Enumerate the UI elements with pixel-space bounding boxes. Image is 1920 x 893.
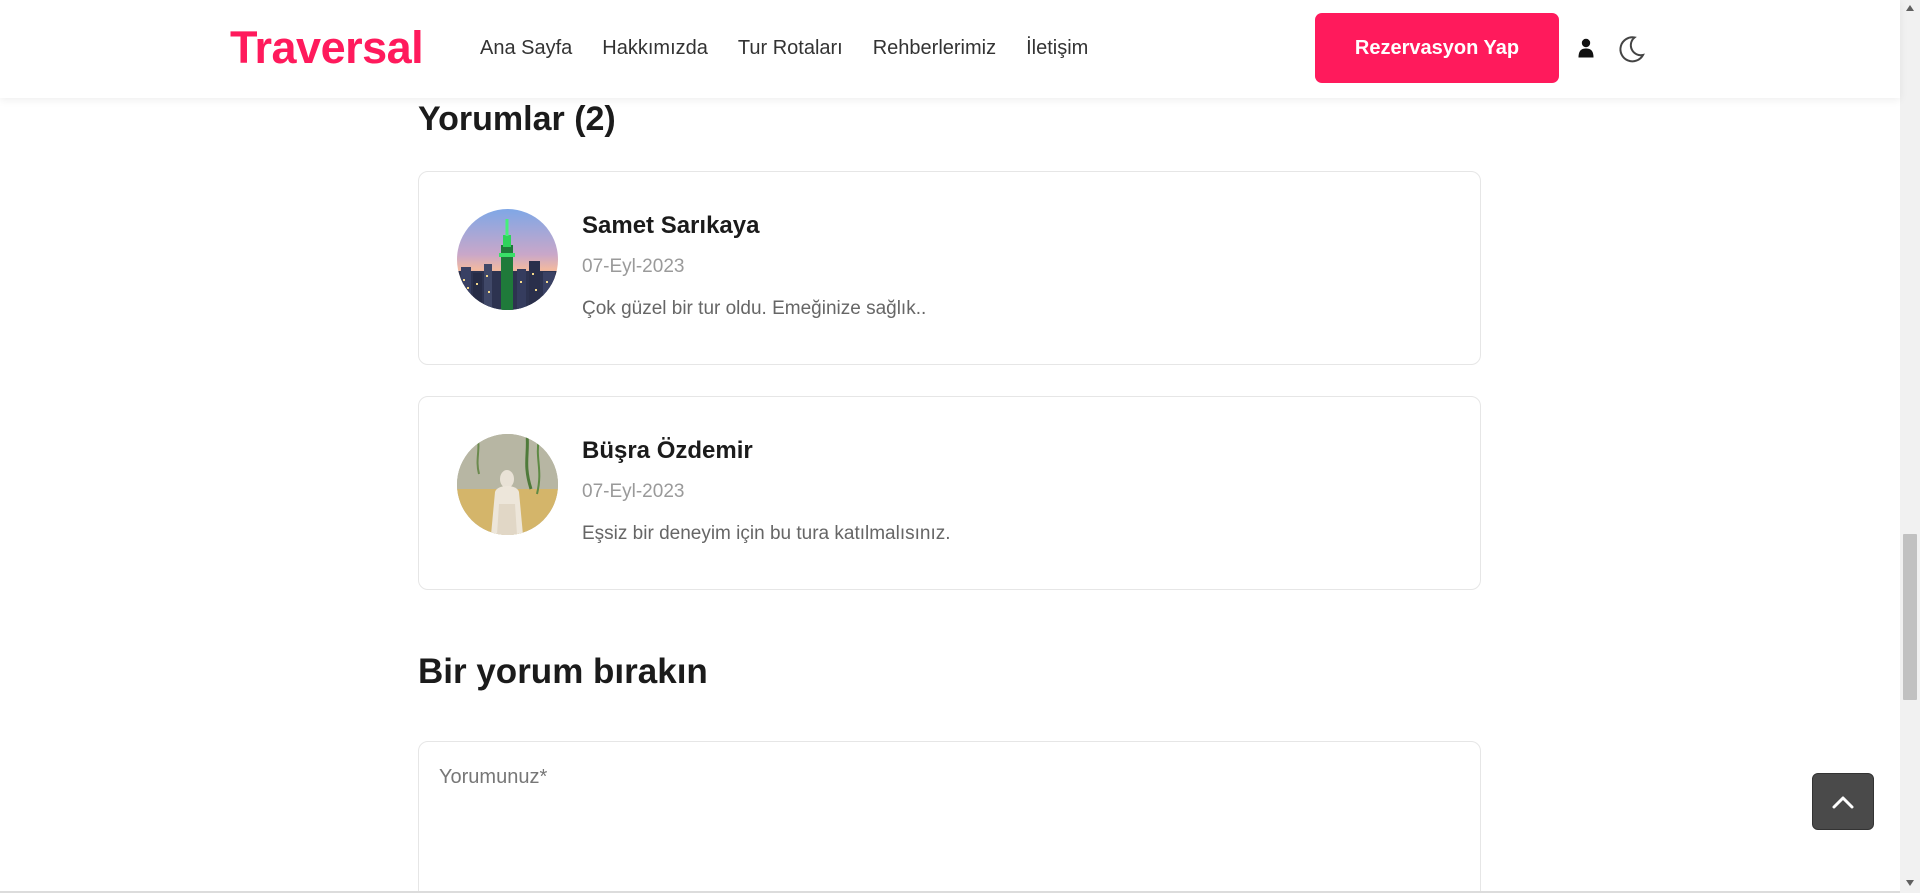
avatar <box>457 209 558 310</box>
page: Traversal Ana Sayfa Hakkımızda Tur Rotal… <box>0 0 1920 893</box>
reservation-button[interactable]: Rezervasyon Yap <box>1315 13 1559 83</box>
comment-author: Samet Sarıkaya <box>582 212 760 239</box>
chevron-up-icon <box>1832 796 1854 808</box>
vertical-scrollbar[interactable] <box>1900 0 1920 893</box>
site-header: Traversal Ana Sayfa Hakkımızda Tur Rotal… <box>0 0 1900 98</box>
nav-home[interactable]: Ana Sayfa <box>480 37 572 60</box>
site-logo[interactable]: Traversal <box>230 22 424 74</box>
comment-textarea[interactable] <box>418 741 1481 893</box>
comment-author: Büşra Özdemir <box>582 437 753 464</box>
comment-text: Çok güzel bir tur oldu. Emeğinize sağlık… <box>582 298 927 319</box>
comments-title: Yorumlar (2) <box>418 100 616 138</box>
comment-date: 07-Eyl-2023 <box>582 481 685 502</box>
back-to-top-button[interactable] <box>1812 773 1874 830</box>
comment-card: Büşra Özdemir 07-Eyl-2023 Eşsiz bir dene… <box>418 396 1481 590</box>
scroll-down-icon[interactable] <box>1906 880 1914 886</box>
comment-date: 07-Eyl-2023 <box>582 256 685 277</box>
nav-tour-routes[interactable]: Tur Rotaları <box>738 37 843 60</box>
comment-card: Samet Sarıkaya 07-Eyl-2023 Çok güzel bir… <box>418 171 1481 365</box>
scrollbar-thumb[interactable] <box>1903 534 1917 700</box>
scroll-up-icon[interactable] <box>1906 5 1914 11</box>
main-nav: Ana Sayfa Hakkımızda Tur Rotaları Rehber… <box>480 37 1118 60</box>
comment-text: Eşsiz bir deneyim için bu tura katılmalı… <box>582 523 951 544</box>
nav-about[interactable]: Hakkımızda <box>602 37 708 60</box>
nav-guides[interactable]: Rehberlerimiz <box>873 37 996 60</box>
leave-comment-title: Bir yorum bırakın <box>418 652 708 691</box>
avatar <box>457 434 558 535</box>
nav-contact[interactable]: İletişim <box>1026 37 1088 60</box>
user-icon[interactable] <box>1578 38 1594 58</box>
moon-icon[interactable] <box>1616 34 1646 64</box>
